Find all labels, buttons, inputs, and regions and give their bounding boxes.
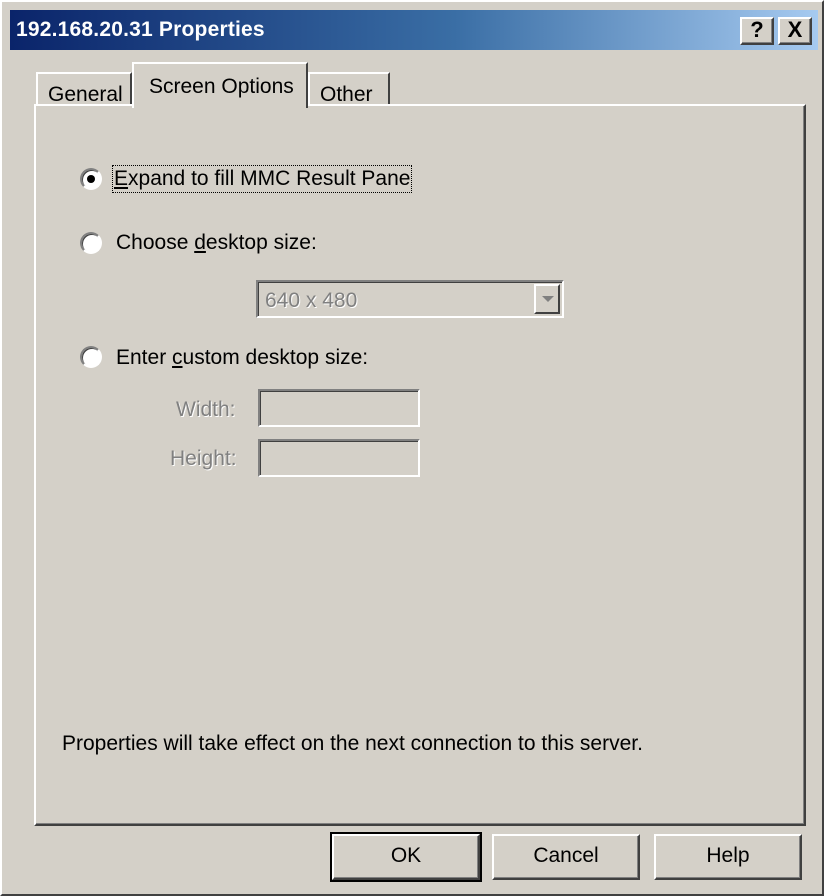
custom-desktop-size-radio[interactable] <box>80 346 102 368</box>
help-button[interactable]: Help <box>654 834 802 880</box>
ok-button[interactable]: OK <box>330 832 482 882</box>
desktop-size-value: 640 x 480 <box>265 289 358 312</box>
custom-label-before: Enter <box>116 346 173 369</box>
chevron-down-icon <box>542 296 554 302</box>
mnemonic-e: E <box>114 167 129 190</box>
width-label: Width: <box>176 398 236 421</box>
width-input[interactable] <box>258 389 420 427</box>
cancel-button[interactable]: Cancel <box>492 834 640 880</box>
custom-desktop-size-label[interactable]: Enter custom desktop size: <box>116 346 368 370</box>
expand-radio[interactable] <box>80 168 102 190</box>
choose-label-before: Choose <box>116 231 195 254</box>
choose-label-after: esktop size: <box>205 231 317 254</box>
dropdown-button[interactable] <box>534 284 560 314</box>
custom-label-after: ustom desktop size: <box>182 346 369 369</box>
expand-radio-label[interactable]: Expand to fill MMC Result Pane <box>111 165 413 193</box>
height-input[interactable] <box>258 439 420 477</box>
mnemonic-c: c <box>172 346 183 369</box>
choose-desktop-size-label[interactable]: Choose desktop size: <box>116 231 317 255</box>
mnemonic-d: d <box>194 231 206 254</box>
expand-label-text: xpand to fill MMC Result Pane <box>128 167 411 190</box>
height-label: Height: <box>170 447 237 470</box>
radio-selected-dot <box>87 175 95 183</box>
desktop-size-select[interactable]: 640 x 480 <box>256 280 564 318</box>
choose-desktop-size-radio[interactable] <box>80 232 102 254</box>
effect-note: Properties will take effect on the next … <box>62 732 643 755</box>
